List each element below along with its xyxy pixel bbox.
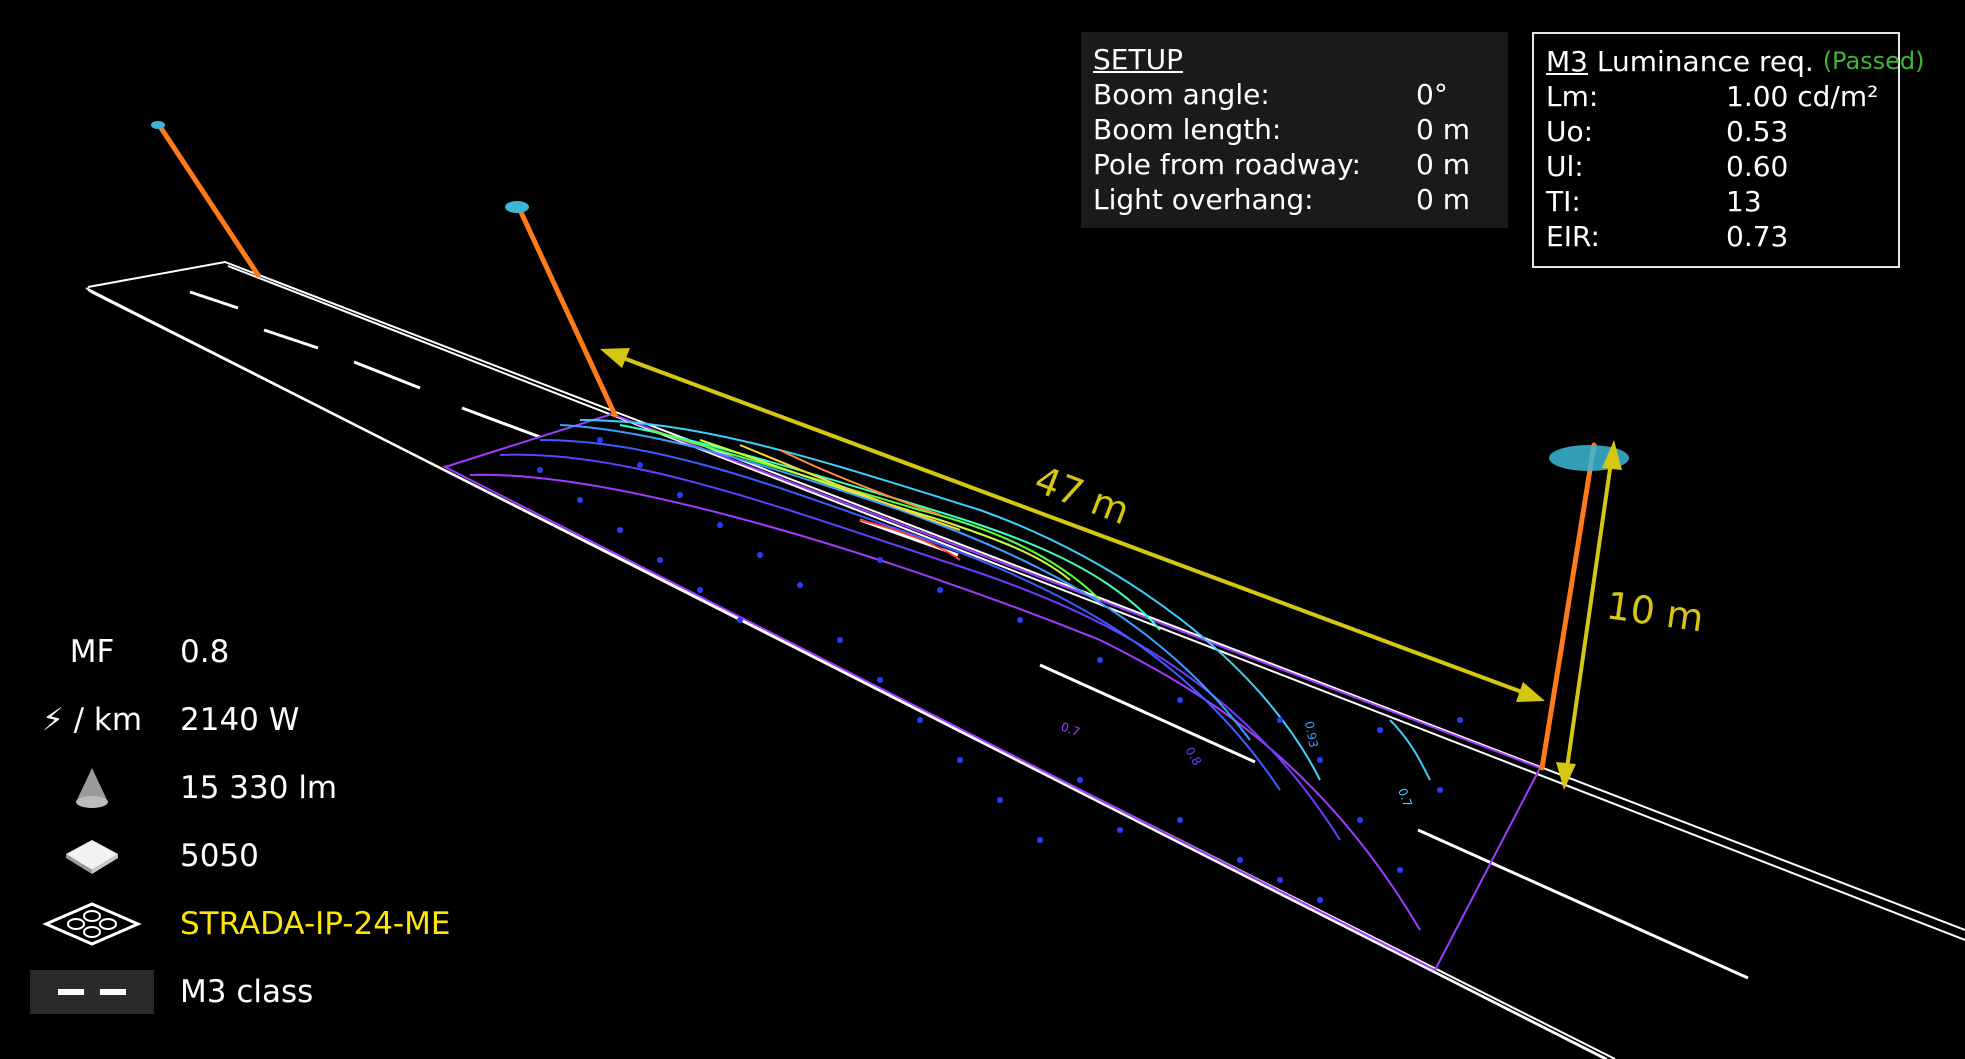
luminance-class: M3 [1546, 45, 1588, 78]
legend-mf: MF 0.8 [30, 630, 230, 674]
luminance-header: M3 Luminance req. (Passed) [1546, 44, 1925, 79]
class-value: M3 class [180, 974, 314, 1010]
setup-title: SETUP [1093, 43, 1183, 76]
pole-near [1539, 442, 1597, 771]
luminance-row: Lm: 1.00 cd/m² [1546, 79, 1886, 114]
luminance-value: 13 [1726, 185, 1762, 218]
lightning-icon: ⚡ [41, 702, 64, 738]
pole-far [156, 122, 261, 278]
legend-luminaire: STRADA-IP-24-ME [30, 902, 450, 946]
contour-label-d: 0.7 [1059, 720, 1082, 740]
luminance-value: 0.60 [1726, 150, 1789, 183]
setup-value: 0 m [1416, 113, 1470, 146]
setup-value: 0° [1416, 78, 1448, 111]
luminance-row: Uo: 0.53 [1546, 114, 1886, 149]
contour-label-c: 0.93 [1302, 720, 1320, 749]
spacing-label: 47 m [1029, 457, 1136, 533]
luminance-status: (Passed) [1822, 47, 1925, 75]
luminance-label: Lm: [1546, 80, 1599, 113]
mf-label: MF [69, 634, 115, 670]
luminance-value: 1.00 cd/m² [1726, 80, 1879, 113]
light-cone-icon [76, 768, 108, 808]
luminance-panel: M3 Luminance req. (Passed) Lm: 1.00 cd/m²… [1532, 32, 1925, 268]
luminance-value: 0.73 [1726, 220, 1789, 253]
setup-label: Boom angle: [1093, 78, 1270, 111]
flux-value: 15 330 lm [180, 770, 338, 806]
luminance-row: EIR: 0.73 [1546, 219, 1886, 254]
luminaire-icon [151, 121, 165, 129]
luminance-value: 0.53 [1726, 115, 1789, 148]
luminaire-value: STRADA-IP-24-ME [180, 906, 451, 942]
grid-points [537, 437, 1463, 903]
mf-value: 0.8 [180, 634, 230, 670]
luminance-label: Ul: [1546, 150, 1584, 183]
setup-row: Light overhang: 0 m [1093, 182, 1496, 217]
setup-value: 0 m [1416, 183, 1470, 216]
setup-label: Light overhang: [1093, 183, 1314, 216]
contour-label-a: 0.7 [1395, 786, 1415, 809]
luminance-label: TI: [1546, 185, 1581, 218]
road-marking-icon [58, 989, 126, 995]
contour-label-b: 0.8 [1182, 745, 1204, 769]
legend-flux: 15 330 lm [30, 766, 337, 810]
setup-panel: SETUP Boom angle: 0° Boom length: 0 m Pole… [1081, 32, 1508, 228]
luminance-label: EIR: [1546, 220, 1600, 253]
setup-row: Boom angle: 0° [1093, 77, 1496, 112]
power-value: 2140 W [180, 702, 300, 738]
luminaire-icon [505, 201, 529, 213]
luminance-row: TI: 13 [1546, 184, 1886, 219]
setup-row: Pole from roadway: 0 m [1093, 147, 1496, 182]
spacing-dimension [600, 348, 1622, 790]
led-chip-icon [66, 840, 118, 874]
luminance-label: Uo: [1546, 115, 1594, 148]
legend-class: M3 class [30, 970, 313, 1014]
setup-value: 0 m [1416, 148, 1470, 181]
height-label: 10 m [1604, 583, 1707, 640]
legend-cct: 5050 [30, 834, 259, 878]
setup-label: Pole from roadway: [1093, 148, 1361, 181]
setup-row: Boom length: 0 m [1093, 112, 1496, 147]
luminaire-icon [42, 902, 142, 946]
luminance-row: Ul: 0.60 [1546, 149, 1886, 184]
setup-label: Boom length: [1093, 113, 1282, 146]
legend-power: ⚡ / km 2140 W [30, 698, 299, 742]
power-label: / km [73, 702, 143, 738]
centre-dashes [189, 290, 1749, 980]
luminance-title: Luminance req. [1596, 45, 1814, 78]
cct-value: 5050 [180, 838, 259, 874]
